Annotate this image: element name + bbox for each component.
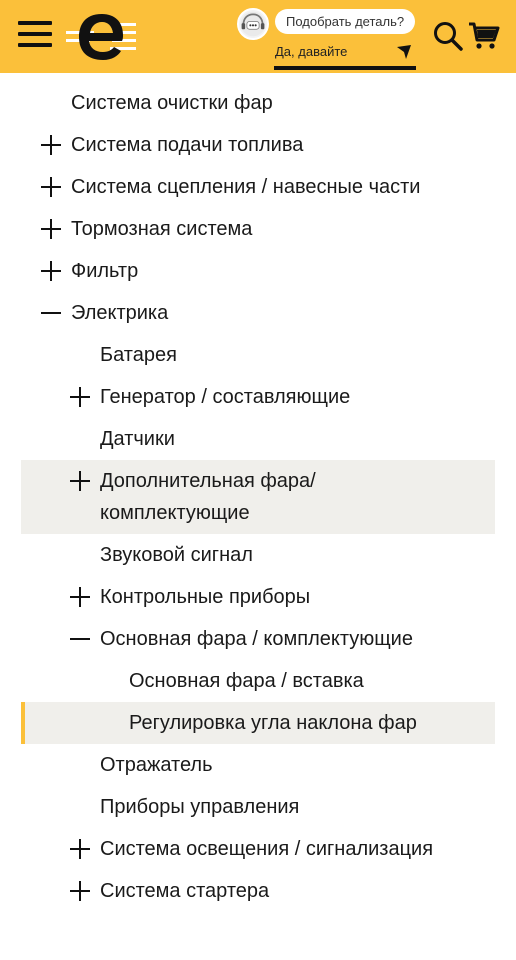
tree-item[interactable]: Система освещения / сигнализация (21, 828, 495, 870)
cart-icon[interactable] (468, 20, 500, 52)
tree-item[interactable]: Основная фара / вставка (21, 660, 495, 702)
tree-item[interactable]: Контрольные приборы (21, 576, 495, 618)
tree-item[interactable]: Приборы управления (21, 786, 495, 828)
tree-item-label: Отражатель (100, 754, 213, 776)
tree-item[interactable]: Генератор / составляющие (21, 376, 495, 418)
chat-reply-text: Да, давайте (275, 44, 348, 59)
tree-item-label: Батарея (100, 344, 177, 366)
tree-item[interactable]: Основная фара / комплектующие (21, 618, 495, 660)
search-icon[interactable] (432, 20, 464, 52)
tree-item-label: Датчики (100, 428, 175, 450)
expand-plus-icon[interactable] (69, 470, 91, 492)
tree-item[interactable]: Звуковой сигнал (21, 534, 495, 576)
expand-plus-icon[interactable] (69, 386, 91, 408)
tree-item[interactable]: Отражатель (21, 744, 495, 786)
tree-item[interactable]: Система подачи топлива (21, 124, 495, 166)
brand-logo[interactable] (66, 8, 138, 66)
tree-item[interactable]: Система стартера (21, 870, 495, 912)
tree-item-label: Тормозная система (71, 218, 253, 240)
expand-plus-icon[interactable] (69, 838, 91, 860)
expand-plus-icon[interactable] (69, 586, 91, 608)
tree-item-label: Электрика (71, 302, 169, 324)
expand-plus-icon[interactable] (69, 880, 91, 902)
tree-item-label: Основная фара / комплектующие (100, 628, 413, 650)
collapse-minus-icon[interactable] (40, 302, 62, 324)
tree-item-label: Генератор / составляющие (100, 386, 351, 408)
tree-item-label: Система подачи топлива (71, 134, 304, 156)
active-indicator (21, 702, 25, 744)
tree-item[interactable]: Фильтр (21, 250, 495, 292)
collapse-minus-icon[interactable] (69, 628, 91, 650)
tree-item[interactable]: Электрика (21, 292, 495, 334)
tree-item-label: Система освещения / сигнализация (100, 838, 434, 860)
menu-icon[interactable] (18, 20, 54, 50)
tree-item-label: Приборы управления (100, 796, 300, 818)
assistant-avatar[interactable] (237, 8, 269, 40)
tree-item-label: Система очистки фар (71, 92, 273, 114)
tree-item-label: Система стартера (100, 880, 270, 902)
tree-item-label: Контрольные приборы (100, 586, 311, 608)
tree-item-label: Регулировка угла наклона фар (129, 712, 417, 734)
tree-item[interactable]: Система сцепления / навесные части (21, 166, 495, 208)
tree-item-label: Система сцепления / навесные части (71, 176, 421, 198)
tree-item[interactable]: Дополнительная фара/ комплектующие (21, 460, 495, 534)
expand-plus-icon[interactable] (40, 218, 62, 240)
tree-item-label: Фильтр (71, 260, 139, 282)
tree-item[interactable]: Регулировка угла наклона фар (21, 702, 495, 744)
expand-plus-icon[interactable] (40, 260, 62, 282)
tree-item[interactable]: Система очистки фар (21, 82, 495, 124)
chat-reply-field[interactable]: Да, давайте (274, 38, 416, 70)
tree-item-label: Звуковой сигнал (100, 544, 253, 566)
app-header: Подобрать деталь? Да, давайте (0, 0, 516, 73)
tree-item[interactable]: Батарея (21, 334, 495, 376)
send-icon[interactable] (396, 44, 412, 60)
tree-item-label: Основная фара / вставка (129, 670, 364, 692)
chat-prompt-bubble[interactable]: Подобрать деталь? (275, 9, 416, 34)
tree-item[interactable]: Тормозная система (21, 208, 495, 250)
tree-item[interactable]: Датчики (21, 418, 495, 460)
expand-plus-icon[interactable] (40, 134, 62, 156)
tree-item-label: Дополнительная фара/ комплектующие (100, 470, 316, 524)
expand-plus-icon[interactable] (40, 176, 62, 198)
category-tree: Система очистки фар Система подачи топлив… (0, 82, 516, 912)
